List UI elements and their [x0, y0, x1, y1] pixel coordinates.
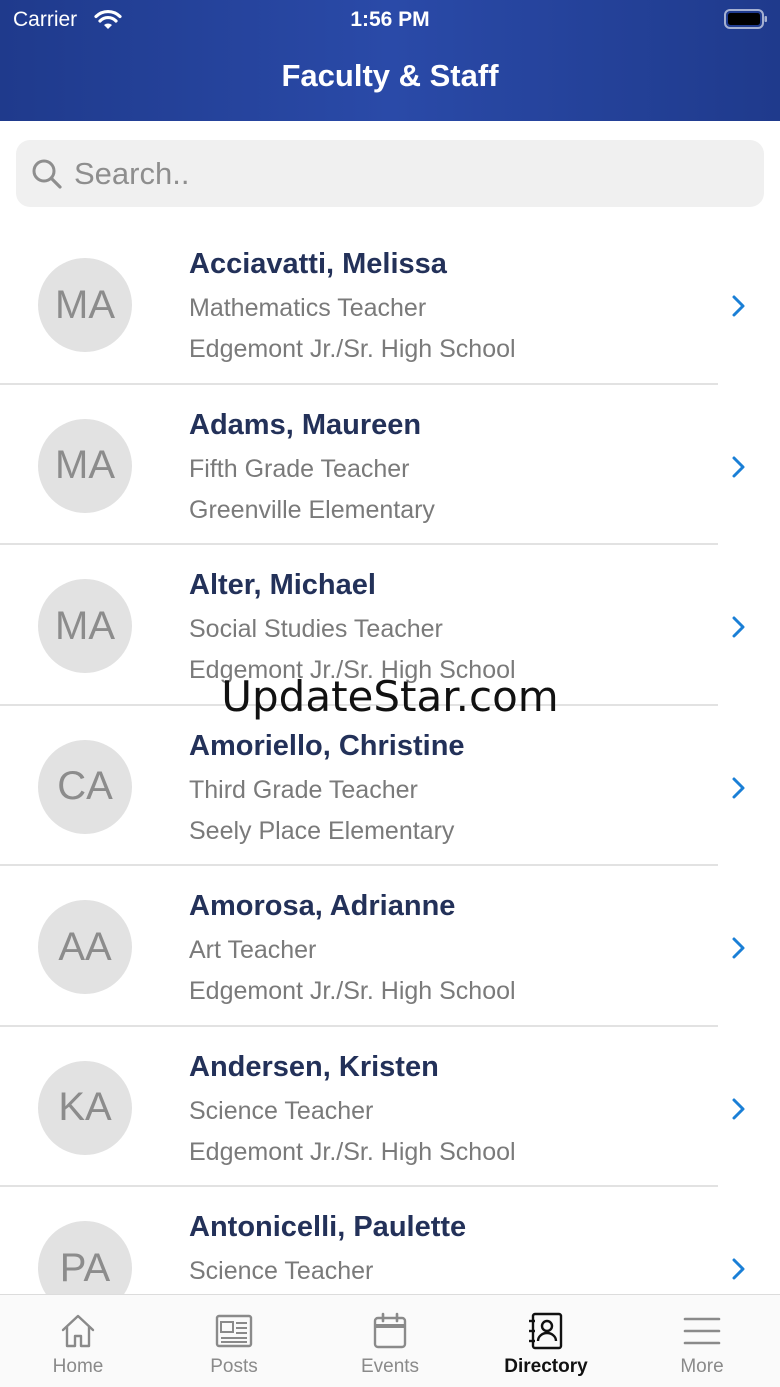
- avatar: MA: [38, 258, 132, 352]
- list-item[interactable]: AA Amorosa, Adrianne Art Teacher Edgemon…: [0, 866, 780, 1027]
- chevron-right-icon: [732, 1258, 745, 1280]
- home-icon: [61, 1314, 95, 1348]
- list-item[interactable]: CA Amoriello, Christine Third Grade Teac…: [0, 706, 780, 866]
- staff-school: Edgemont Jr./Sr. High School: [189, 335, 516, 363]
- page-title: Faculty & Staff: [281, 58, 499, 93]
- status-bar: Carrier 1:56 PM: [0, 0, 780, 40]
- staff-school: Edgemont Jr./Sr. High School: [189, 1137, 516, 1166]
- staff-name: Adams, Maureen: [189, 408, 422, 441]
- list-item[interactable]: MA Alter, Michael Social Studies Teacher…: [0, 545, 780, 706]
- avatar: MA: [38, 418, 132, 513]
- list-item[interactable]: PA Antonicelli, Paulette Science Teacher: [0, 1187, 780, 1294]
- tab-bar: Home Posts Events Directory More: [0, 1294, 780, 1387]
- list-item[interactable]: MA Adams, Maureen Fifth Grade Teacher Gr…: [0, 385, 780, 545]
- avatar: MA: [38, 579, 132, 673]
- tab-label: Posts: [210, 1356, 258, 1377]
- tab-events[interactable]: Events: [312, 1295, 468, 1387]
- avatar: CA: [38, 739, 132, 834]
- list-item[interactable]: MA Acciavatti, Melissa Mathematics Teach…: [0, 224, 780, 385]
- chevron-right-icon: [732, 1098, 745, 1119]
- status-time: 1:56 PM: [350, 8, 430, 31]
- contact-book-icon: [529, 1312, 563, 1350]
- staff-name: Antonicelli, Paulette: [189, 1211, 467, 1243]
- staff-school: Edgemont Jr./Sr. High School: [189, 656, 516, 684]
- staff-role: Social Studies Teacher: [189, 615, 443, 643]
- tab-directory[interactable]: Directory: [468, 1295, 624, 1387]
- chevron-right-icon: [732, 295, 745, 317]
- list-item[interactable]: KA Andersen, Kristen Science Teacher Edg…: [0, 1027, 780, 1187]
- newspaper-icon: [215, 1314, 253, 1348]
- tab-label: Home: [52, 1356, 104, 1377]
- staff-role: Science Teacher: [189, 1257, 374, 1285]
- tab-home[interactable]: Home: [0, 1295, 156, 1387]
- staff-school: Edgemont Jr./Sr. High School: [189, 977, 516, 1005]
- staff-name: Acciavatti, Melissa: [189, 248, 447, 280]
- staff-role: Mathematics Teacher: [189, 294, 427, 322]
- staff-school: Seely Place Elementary: [189, 816, 455, 845]
- search-bar[interactable]: [16, 140, 764, 207]
- staff-role: Fifth Grade Teacher: [189, 454, 410, 483]
- tab-label: Events: [360, 1356, 420, 1377]
- staff-role: Science Teacher: [189, 1096, 374, 1125]
- avatar: PA: [38, 1221, 132, 1294]
- tab-label: Directory: [504, 1356, 588, 1377]
- avatar: AA: [38, 900, 132, 994]
- avatar: KA: [38, 1060, 132, 1155]
- chevron-right-icon: [732, 456, 745, 477]
- calendar-icon: [373, 1312, 407, 1349]
- search-input[interactable]: [74, 155, 714, 192]
- staff-name: Amoriello, Christine: [189, 729, 465, 762]
- battery-icon: [724, 9, 767, 29]
- staff-role: Art Teacher: [189, 936, 317, 964]
- tab-label: More: [680, 1356, 724, 1377]
- chevron-right-icon: [732, 777, 745, 798]
- directory-list: MA Acciavatti, Melissa Mathematics Teach…: [0, 224, 780, 1294]
- staff-school: Greenville Elementary: [189, 495, 435, 524]
- chevron-right-icon: [732, 616, 745, 638]
- staff-name: Alter, Michael: [189, 569, 376, 601]
- app-header: Carrier 1:56 PM Faculty & Staff: [0, 0, 780, 121]
- staff-name: Andersen, Kristen: [189, 1050, 439, 1083]
- chevron-right-icon: [732, 937, 745, 959]
- menu-icon: [683, 1317, 721, 1345]
- tab-posts[interactable]: Posts: [156, 1295, 312, 1387]
- staff-role: Third Grade Teacher: [189, 775, 418, 804]
- staff-name: Amorosa, Adrianne: [189, 890, 456, 922]
- search-icon: [32, 159, 62, 189]
- tab-more[interactable]: More: [624, 1295, 780, 1387]
